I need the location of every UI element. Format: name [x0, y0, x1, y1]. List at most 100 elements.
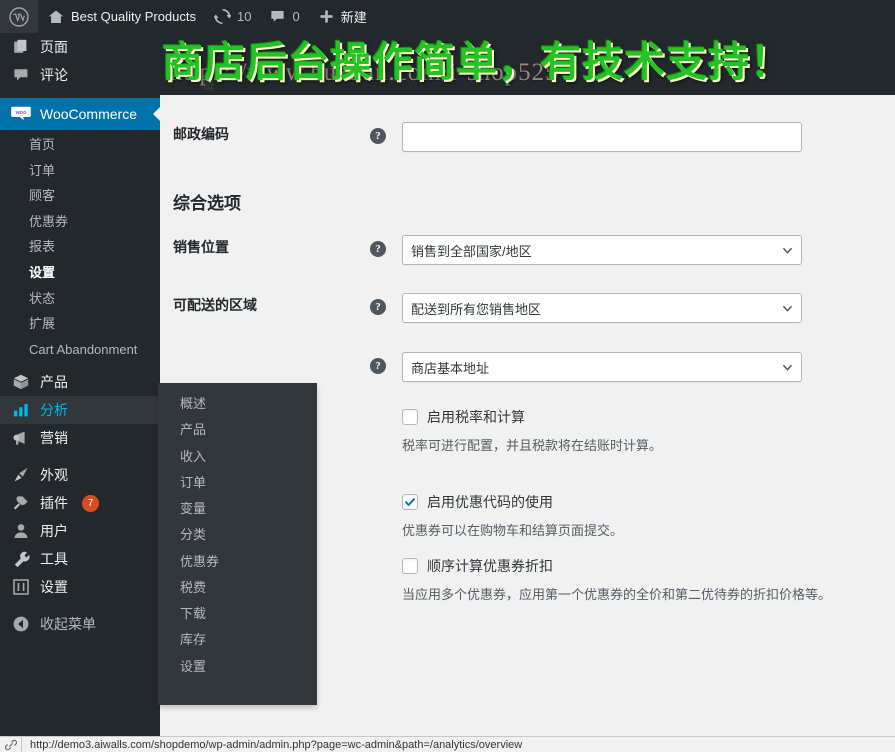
selling-location-select[interactable]: 销售到全部国家/地区 [402, 235, 802, 265]
new-content-button[interactable]: 新建 [309, 0, 376, 33]
flyout-item-overview[interactable]: 概述 [158, 391, 317, 417]
sequential-discounts-label[interactable]: 顺序计算优惠券折扣 [427, 556, 553, 576]
sidebar-item-pages[interactable]: 页面 [0, 33, 160, 61]
wp-logo-button[interactable] [0, 0, 38, 33]
flyout-item-orders[interactable]: 订单 [158, 470, 317, 496]
sidebar-item-plugins[interactable]: 插件 7 [0, 489, 160, 517]
sidebar-item-analytics[interactable]: 分析 [0, 396, 160, 424]
menu-separator-2 [0, 452, 160, 461]
sidebar-label-plugins: 插件 [40, 496, 68, 510]
flyout-item-taxes[interactable]: 税费 [158, 575, 317, 601]
flyout-item-variations[interactable]: 变量 [158, 496, 317, 522]
flyout-item-downloads[interactable]: 下载 [158, 601, 317, 627]
flyout-item-settings[interactable]: 设置 [158, 654, 317, 680]
flyout-item-revenue[interactable]: 收入 [158, 444, 317, 470]
enable-taxes-checkbox[interactable] [402, 409, 418, 425]
shipping-location-select[interactable]: 配送到所有您销售地区 [402, 293, 802, 323]
submenu-item-home[interactable]: 首页 [0, 132, 160, 158]
update-icon [214, 8, 231, 25]
updates-count: 10 [237, 9, 251, 24]
collapse-menu-label: 收起菜单 [40, 617, 96, 631]
watermark-overlay: 概 https://www.huzhan.com/i-shop525 商店后台操… [160, 33, 895, 95]
flyout-item-categories[interactable]: 分类 [158, 522, 317, 548]
tools-wrench-icon [11, 549, 31, 569]
woocommerce-icon: woo [11, 104, 31, 124]
sidebar-label-woocommerce: WooCommerce [40, 107, 137, 121]
comments-icon [11, 65, 31, 85]
sidebar-item-tools[interactable]: 工具 [0, 545, 160, 573]
submenu-item-settings[interactable]: 设置 [0, 260, 160, 286]
sidebar-item-comments[interactable]: 评论 [0, 61, 160, 89]
submenu-item-cart-abandonment[interactable]: Cart Abandonment [0, 337, 160, 363]
status-bar-url: http://demo3.aiwalls.com/shopdemo/wp-adm… [22, 737, 522, 752]
watermark-headline-text: 商店后台操作简单，有技术支持！ [162, 33, 895, 91]
home-icon [47, 8, 65, 26]
sidebar-item-settings[interactable]: 设置 [0, 573, 160, 601]
postcode-input[interactable] [402, 122, 802, 152]
sidebar-item-appearance[interactable]: 外观 [0, 461, 160, 489]
flyout-item-coupons[interactable]: 优惠券 [158, 549, 317, 575]
enable-taxes-label[interactable]: 启用税率和计算 [427, 407, 525, 427]
sidebar-label-appearance: 外观 [40, 468, 68, 482]
default-customer-location-select[interactable]: 商店基本地址 [402, 352, 802, 382]
marketing-megaphone-icon [11, 428, 31, 448]
sidebar-item-users[interactable]: 用户 [0, 517, 160, 545]
sidebar-label-pages: 页面 [40, 40, 68, 54]
submenu-item-customers[interactable]: 顾客 [0, 183, 160, 209]
comments-count: 0 [292, 9, 299, 24]
updates-button[interactable]: 10 [205, 0, 260, 33]
enable-taxes-description: 税率可进行配置，并且税款将在结账时计算。 [402, 427, 662, 456]
sidebar-label-analytics: 分析 [40, 403, 68, 417]
browser-viewport: Best Quality Products 10 0 [0, 0, 895, 752]
sequential-discounts-checkbox[interactable] [402, 558, 418, 574]
collapse-menu-button[interactable]: 收起菜单 [0, 610, 160, 638]
wp-admin-bar: Best Quality Products 10 0 [0, 0, 895, 33]
sidebar-label-settings: 设置 [40, 580, 68, 594]
submenu-item-reports[interactable]: 报表 [0, 234, 160, 260]
form-row-shipping-location: 可配送的区域 ? 配送到所有您销售地区 [160, 276, 895, 335]
menu-separator-3 [0, 601, 160, 610]
form-label-shipping-location: 可配送的区域 [160, 276, 370, 334]
chevron-down-icon [782, 362, 792, 372]
flyout-item-products[interactable]: 产品 [158, 417, 317, 443]
sidebar-label-tools: 工具 [40, 552, 68, 566]
help-icon-selling-location[interactable]: ? [370, 241, 386, 257]
analytics-icon [11, 400, 31, 420]
default-customer-location-value: 商店基本地址 [411, 358, 489, 377]
submenu-item-status[interactable]: 状态 [0, 286, 160, 312]
site-name-label: Best Quality Products [71, 9, 196, 24]
sidebar-item-marketing[interactable]: 营销 [0, 424, 160, 452]
submenu-item-extensions[interactable]: 扩展 [0, 311, 160, 337]
enable-taxes-block: 启用税率和计算 税率可进行配置，并且税款将在结账时计算。 [402, 403, 662, 456]
flyout-item-stock[interactable]: 库存 [158, 627, 317, 653]
sequential-discounts-row[interactable]: 顺序计算优惠券折扣 [402, 552, 831, 576]
submenu-item-orders[interactable]: 订单 [0, 158, 160, 184]
current-menu-arrow [153, 106, 161, 122]
enable-taxes-row[interactable]: 启用税率和计算 [402, 403, 662, 427]
sidebar-label-users: 用户 [40, 524, 68, 538]
enable-coupons-checkbox[interactable] [402, 494, 418, 510]
help-icon-shipping-location[interactable]: ? [370, 299, 386, 315]
sidebar-item-products[interactable]: 产品 [0, 368, 160, 396]
site-name-button[interactable]: Best Quality Products [38, 0, 205, 33]
collapse-icon [11, 614, 31, 634]
selling-location-value: 销售到全部国家/地区 [411, 241, 532, 260]
enable-coupons-row[interactable]: 启用优惠代码的使用 [402, 488, 831, 512]
comments-button[interactable]: 0 [260, 0, 308, 33]
sidebar-label-products: 产品 [40, 375, 68, 389]
new-content-label: 新建 [341, 7, 367, 26]
chevron-down-icon [782, 303, 792, 313]
submenu-item-coupons[interactable]: 优惠券 [0, 209, 160, 235]
comment-bubble-icon [269, 8, 286, 25]
browser-status-bar: http://demo3.aiwalls.com/shopdemo/wp-adm… [0, 736, 895, 752]
sidebar-item-woocommerce[interactable]: woo WooCommerce [0, 98, 160, 130]
form-label-default-customer-location [160, 335, 370, 375]
analytics-flyout-submenu: 概述 产品 收入 订单 变量 分类 优惠券 税费 下载 库存 设置 [158, 383, 317, 705]
enable-coupons-label[interactable]: 启用优惠代码的使用 [427, 492, 553, 512]
help-icon-default-customer-location[interactable]: ? [370, 358, 386, 374]
settings-sliders-icon [11, 577, 31, 597]
form-label-selling-location: 销售位置 [160, 218, 370, 276]
help-icon-postcode[interactable]: ? [370, 128, 386, 144]
form-row-selling-location: 销售位置 ? 销售到全部国家/地区 [160, 218, 895, 276]
pages-icon [11, 37, 31, 57]
